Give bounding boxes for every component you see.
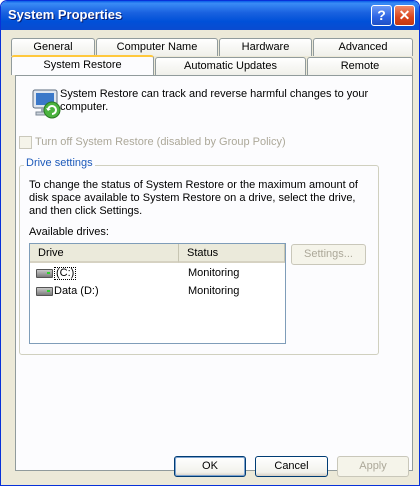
apply-button[interactable]: Apply [337, 456, 409, 477]
column-header-drive[interactable]: Drive [30, 244, 179, 263]
drives-list[interactable]: Drive Status (C:) Monitoring Data (D:) M… [29, 243, 286, 344]
drive-status: Monitoring [188, 285, 240, 297]
ok-button[interactable]: OK [174, 456, 246, 477]
tab-remote[interactable]: Remote [307, 57, 413, 75]
drive-status: Monitoring [188, 267, 240, 279]
hard-drive-icon [36, 269, 53, 278]
available-drives-label: Available drives: [29, 226, 109, 238]
dialog-content: General Computer Name Hardware Advanced … [5, 30, 415, 483]
drive-settings-description: To change the status of System Restore o… [29, 179, 358, 217]
drive-name: (C:) [54, 267, 77, 280]
settings-button[interactable]: Settings... [291, 244, 366, 265]
turn-off-checkbox[interactable] [19, 136, 32, 149]
tab-system-restore[interactable]: System Restore [11, 55, 154, 75]
tab-general[interactable]: General [11, 38, 95, 56]
table-row[interactable]: Data (D:) Monitoring [32, 283, 287, 300]
turn-off-label: Turn off System Restore (disabled by Gro… [35, 136, 286, 148]
tab-computer-name[interactable]: Computer Name [96, 38, 218, 56]
column-header-status[interactable]: Status [179, 244, 285, 263]
tab-hardware[interactable]: Hardware [219, 38, 312, 56]
tab-automatic-updates[interactable]: Automatic Updates [155, 57, 306, 75]
table-row[interactable]: (C:) Monitoring [32, 265, 287, 282]
cancel-button[interactable]: Cancel [255, 456, 328, 477]
system-restore-icon [28, 86, 64, 122]
title-bar[interactable]: System Properties ? ✕ [1, 1, 419, 30]
system-restore-panel: System Restore can track and reverse har… [15, 75, 413, 471]
help-button[interactable]: ? [371, 5, 392, 26]
system-properties-window: System Properties ? ✕ General Computer N… [0, 0, 420, 486]
window-title: System Properties [8, 7, 123, 22]
tab-advanced[interactable]: Advanced [313, 38, 413, 56]
hard-drive-icon [36, 287, 53, 296]
drive-settings-legend: Drive settings [24, 157, 95, 169]
drive-name: Data (D:) [54, 285, 99, 297]
close-button[interactable]: ✕ [394, 5, 415, 26]
intro-text: System Restore can track and reverse har… [60, 88, 369, 113]
